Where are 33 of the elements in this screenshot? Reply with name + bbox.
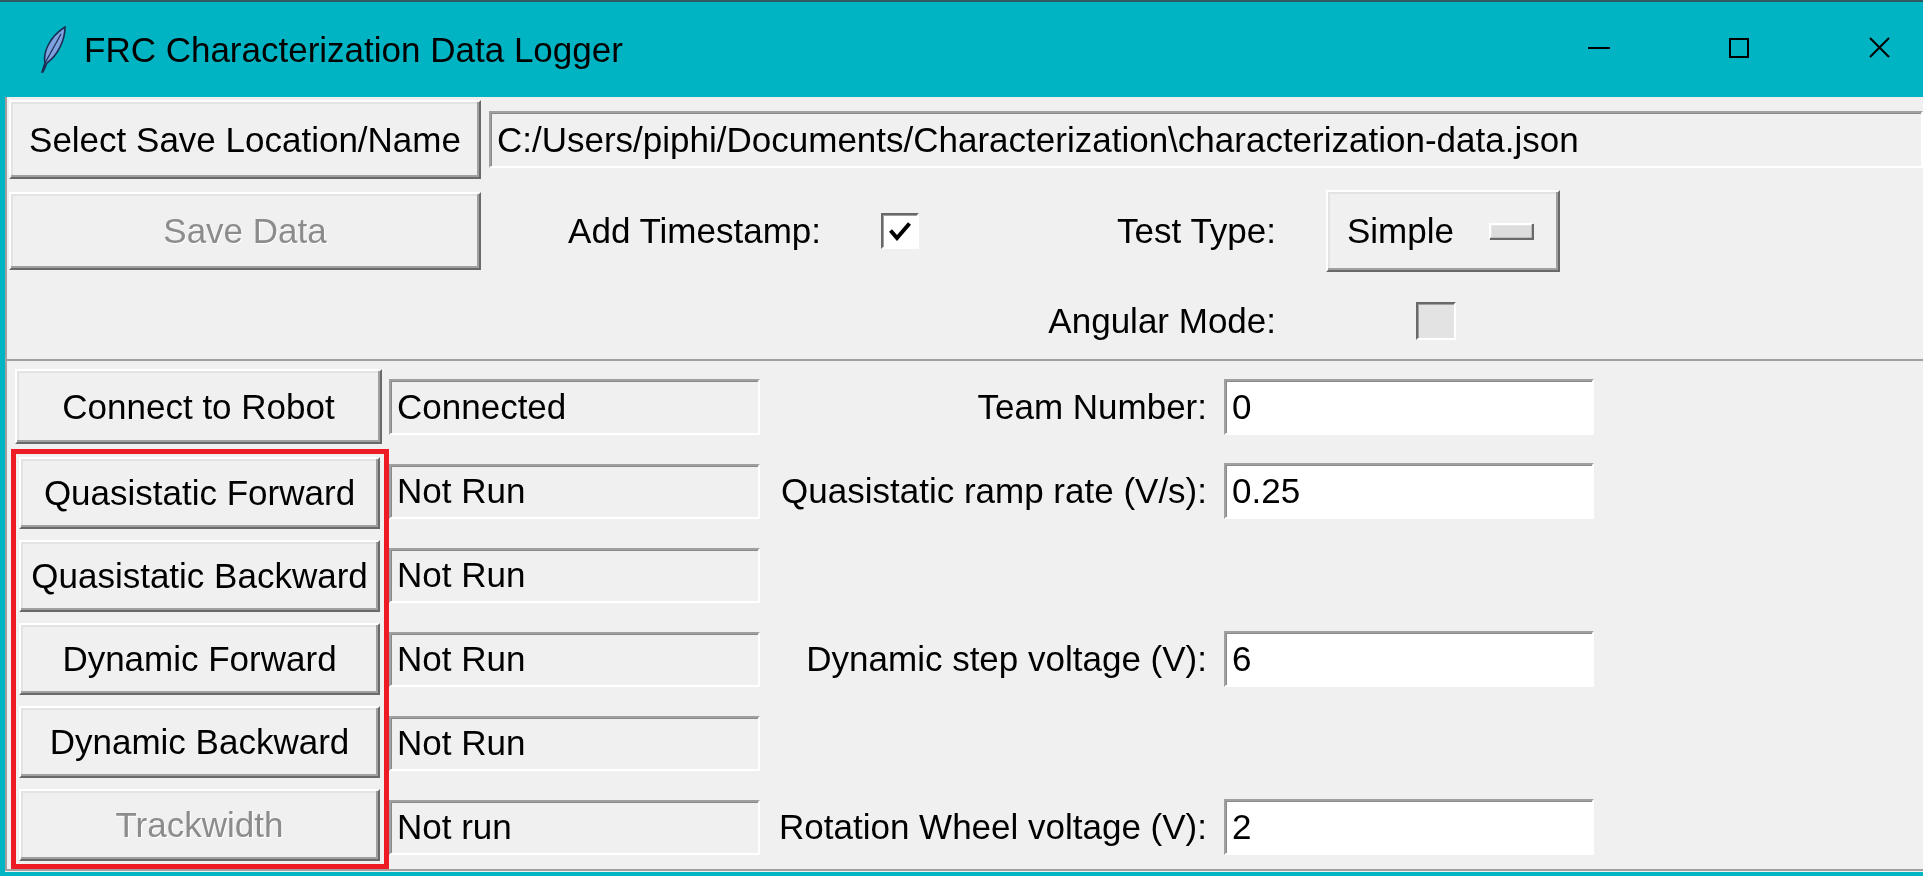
status-field[interactable]: Connected <box>389 379 760 435</box>
setting-field[interactable]: 0 <box>1224 379 1594 435</box>
setting-label: Team Number: <box>977 387 1207 427</box>
setting-field[interactable]: 0.25 <box>1224 463 1594 519</box>
select-location-button[interactable]: Select Save Location/Name <box>9 100 481 179</box>
checkmark-icon <box>889 221 911 241</box>
test-button[interactable]: Quasistatic Backward <box>19 540 380 612</box>
status-field[interactable]: Not Run <box>389 715 760 771</box>
file-path-field[interactable]: C:/Users/piphi/Documents/Characterization\characterization-data.json <box>489 111 1923 168</box>
status-field[interactable]: Not run <box>389 799 760 855</box>
feather-icon <box>40 26 66 73</box>
test-type-dropdown[interactable]: Simple <box>1326 190 1560 272</box>
timestamp-checkbox[interactable] <box>881 213 919 249</box>
angular-mode-label: Angular Mode: <box>1048 301 1276 341</box>
status-field[interactable]: Not Run <box>389 463 760 519</box>
setting-field[interactable]: 2 <box>1224 799 1594 855</box>
maximize-icon <box>1729 37 1749 58</box>
test-button[interactable]: Dynamic Forward <box>19 623 380 695</box>
close-icon <box>1869 37 1890 58</box>
setting-field[interactable]: 6 <box>1224 631 1594 687</box>
timestamp-label: Add Timestamp: <box>568 211 821 251</box>
status-field[interactable]: Not Run <box>389 547 760 603</box>
connect-button[interactable]: Connect to Robot <box>15 369 382 444</box>
test-button[interactable]: Dynamic Backward <box>19 706 380 778</box>
minimize-icon <box>1588 46 1610 49</box>
test-button[interactable]: Quasistatic Forward <box>19 457 380 529</box>
window-title: FRC Characterization Data Logger <box>84 29 623 70</box>
setting-label: Quasistatic ramp rate (V/s): <box>781 471 1207 511</box>
status-field[interactable]: Not Run <box>389 631 760 687</box>
test-type-label: Test Type: <box>1117 211 1276 251</box>
setting-label: Rotation Wheel voltage (V): <box>779 807 1207 847</box>
dropdown-indicator-icon <box>1489 222 1534 240</box>
setting-label: Dynamic step voltage (V): <box>806 639 1207 679</box>
